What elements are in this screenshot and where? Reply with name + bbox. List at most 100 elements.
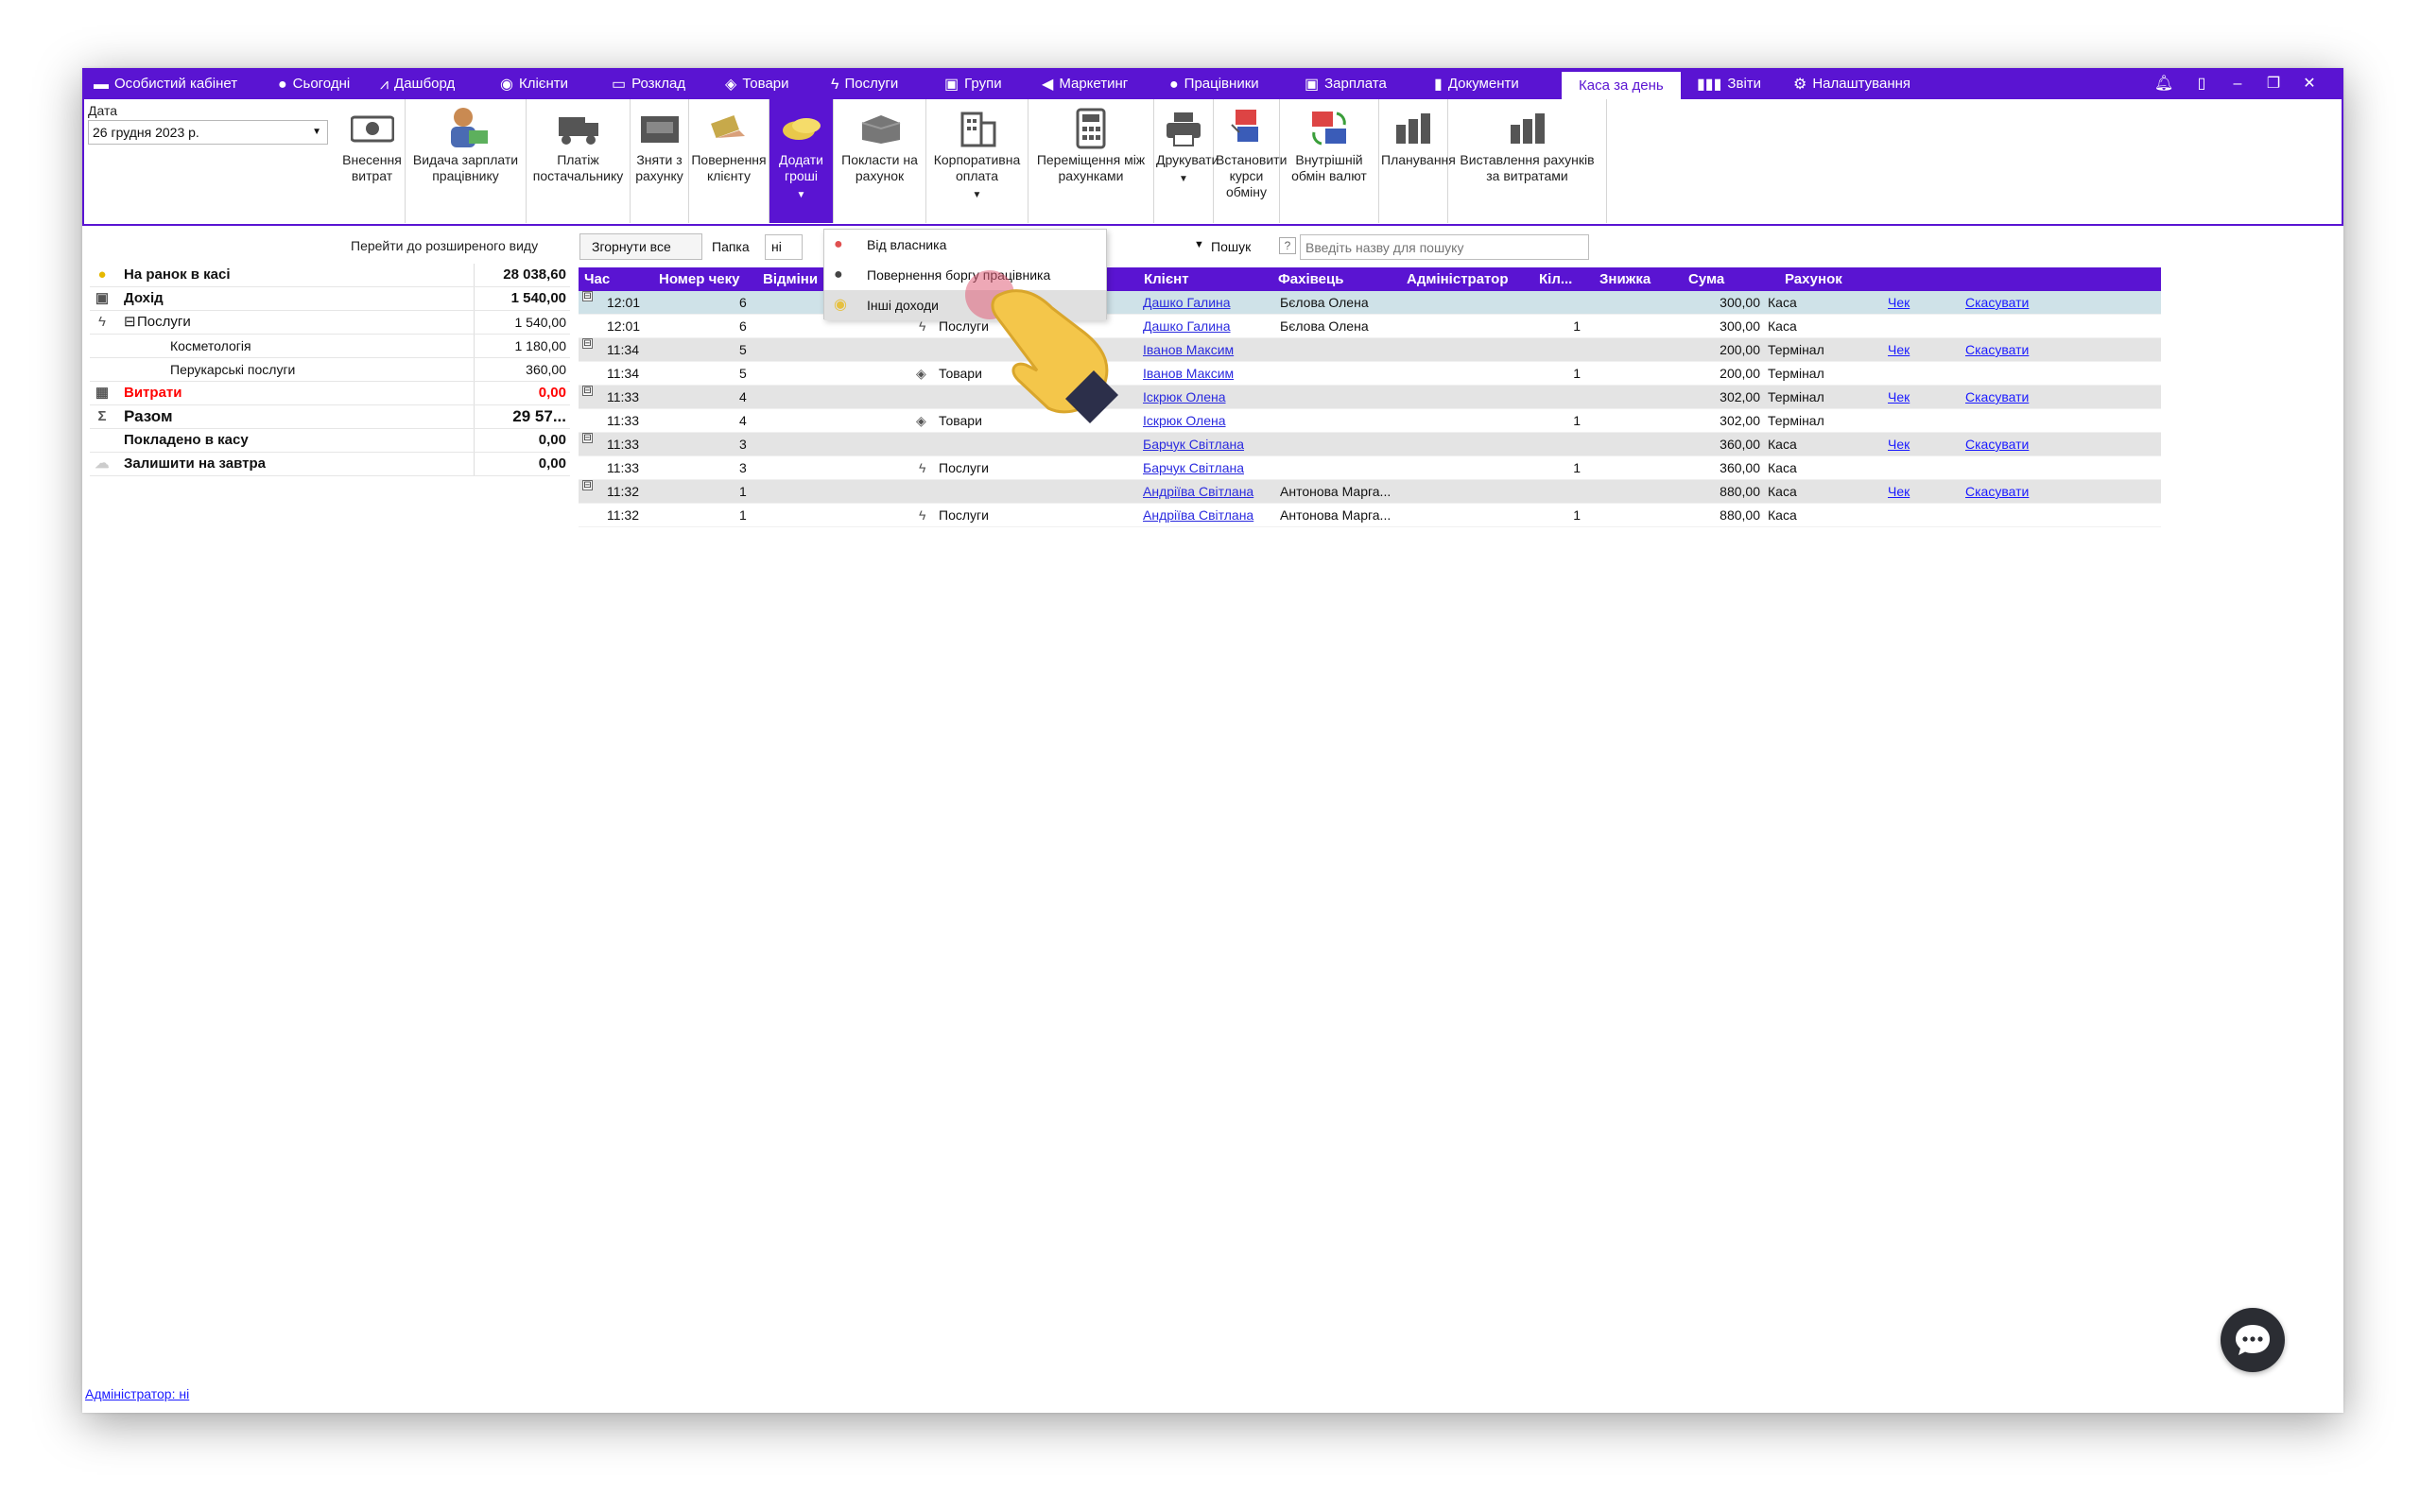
summary-row-income: ▣ Дохід 1 540,00 (90, 287, 570, 311)
table-row[interactable]: ⊟ 11:34 5 Іванов Максим 200,00 Термінал … (579, 338, 2161, 362)
cancel-link[interactable]: Скасувати (1965, 291, 2029, 315)
nav-item-goods[interactable]: ◈ Товари (725, 68, 789, 99)
expander-icon[interactable]: ⊟ (582, 480, 593, 490)
nav-item-today[interactable]: ● Сьогодні (278, 68, 350, 99)
summary-row-cosmetology: Косметологія 1 180,00 (90, 335, 570, 358)
nav-item-services[interactable]: ϟ Послуги (831, 68, 898, 99)
column-header-quantity[interactable]: Кіл... (1539, 267, 1572, 291)
check-link[interactable]: Чек (1888, 291, 1910, 315)
box-icon: ◈ (916, 366, 926, 381)
nav-item-employees[interactable]: ● Працівники (1169, 68, 1259, 99)
column-header-account[interactable]: Рахунок (1785, 267, 1842, 291)
column-header-specialist[interactable]: Фахівець (1278, 267, 1343, 291)
column-header-sum[interactable]: Сума (1688, 267, 1724, 291)
search-input[interactable] (1300, 234, 1589, 260)
nav-item-clients[interactable]: ◉ Клієнти (500, 68, 568, 99)
chevron-down-icon[interactable]: ▼ (1194, 239, 1204, 250)
nav-item-marketing[interactable]: ◀ Маркетинг (1042, 68, 1128, 99)
lock-icon[interactable]: ▯ (2190, 68, 2213, 99)
lightning-icon: ϟ (919, 460, 926, 475)
chat-button[interactable] (2221, 1308, 2285, 1372)
column-header-cancellations[interactable]: Відміни (763, 267, 818, 291)
planning-button[interactable]: Планування (1379, 99, 1456, 223)
table-row[interactable]: 12:01 6 ϟ Послуги Дашко Галина Бєлова Ол… (579, 315, 2161, 338)
refund-client-button[interactable]: Повернення клієнту (689, 99, 769, 223)
summary-row-leave-for-tomorrow: ☁ Залишити на завтра 0,00 (90, 453, 570, 476)
invoicing-button[interactable]: Виставлення рахунків за витратами (1448, 99, 1607, 223)
collapse-all-button[interactable]: Згорнути все (579, 233, 702, 260)
cancel-link[interactable]: Скасувати (1965, 338, 2029, 362)
summary-row-hairdressing: Перукарські послуги 360,00 (90, 358, 570, 382)
column-header-discount[interactable]: Знижка (1599, 267, 1651, 291)
corporate-payment-button[interactable]: Корпоративна оплата ▼ (926, 99, 1028, 223)
restore-icon[interactable]: ❐ (2262, 68, 2285, 99)
bell-icon[interactable]: 🔔︎ (2152, 68, 2175, 99)
column-header-check-number[interactable]: Номер чеку (659, 267, 739, 291)
table-row[interactable]: 11:33 3 ϟ Послуги Барчук Світлана 1 360,… (579, 456, 2161, 480)
search-help-icon[interactable]: ? (1279, 237, 1296, 254)
folder-label: Папка (712, 239, 750, 254)
table-row[interactable]: 11:33 4 ◈ Товари Іскрюк Олена 1 302,00 Т… (579, 409, 2161, 433)
expander-icon[interactable]: ⊟ (582, 386, 593, 396)
deposit-button[interactable]: Покласти на рахунок (834, 99, 926, 223)
check-link[interactable]: Чек (1888, 338, 1910, 362)
pay-salary-button[interactable]: Видача зарплати працівнику (406, 99, 527, 223)
transfer-between-accounts-button[interactable]: Переміщення між рахунками (1028, 99, 1154, 223)
services-expander[interactable]: ⊟ (124, 311, 136, 334)
table-row[interactable]: 11:32 1 ϟ Послуги Андріїва Світлана Анто… (579, 504, 2161, 527)
nav-item-account[interactable]: ▬ Особистий кабінет (94, 68, 237, 99)
cancel-link[interactable]: Скасувати (1965, 386, 2029, 409)
check-link[interactable]: Чек (1888, 386, 1910, 409)
deposit-label: Покласти на рахунок (841, 152, 918, 183)
expander-icon[interactable]: ⊟ (582, 291, 593, 301)
cancel-link[interactable]: Скасувати (1965, 480, 2029, 504)
table-row[interactable]: ⊟ 11:32 1 Андріїва Світлана Антонова Мар… (579, 480, 2161, 504)
gear-icon: ⚙ (1793, 77, 1807, 93)
column-header-time[interactable]: Час (584, 267, 610, 291)
pay-salary-label: Видача зарплати працівнику (412, 152, 519, 183)
nav-item-schedule[interactable]: ▭ Розклад (612, 68, 685, 99)
minimize-icon[interactable]: – (2226, 68, 2249, 99)
date-value: 26 грудня 2023 р. (93, 125, 199, 140)
nav-item-settings[interactable]: ⚙ Налаштування (1793, 68, 1910, 99)
nav-item-reports[interactable]: ▮▮▮ Звіти (1697, 68, 1761, 99)
chevron-down-icon: ▼ (972, 190, 982, 200)
column-header-client[interactable]: Клієнт (1144, 267, 1189, 291)
check-link[interactable]: Чек (1888, 433, 1910, 456)
administrator-link[interactable]: Адміністратор: ні (85, 1386, 189, 1401)
nav-item-dashboard[interactable]: ⩘ Дашборд (380, 68, 455, 99)
date-picker[interactable]: 26 грудня 2023 р. ▼ (88, 120, 328, 145)
folder-select[interactable]: ні (765, 234, 803, 260)
exchange-rates-button[interactable]: Встановити курси обміну (1214, 99, 1287, 223)
expander-icon[interactable]: ⊟ (582, 433, 593, 443)
sigma-icon: Σ (97, 408, 107, 424)
calculator-icon (1076, 108, 1106, 149)
truck-icon (558, 117, 598, 145)
close-icon[interactable]: ✕ (2298, 68, 2321, 99)
table-row[interactable]: 11:34 5 ◈ Товари Іванов Максим 1 200,00 … (579, 362, 2161, 386)
exchange-rate-icon (1230, 110, 1258, 142)
nav-item-cash-today[interactable]: Каса за день (1562, 72, 1681, 99)
expander-icon[interactable]: ⊟ (582, 338, 593, 349)
supplier-payment-button[interactable]: Платіж постачальнику (527, 99, 631, 223)
table-row[interactable]: ⊟ 11:33 4 Іскрюк Олена 302,00 Термінал Ч… (579, 386, 2161, 409)
box-icon: ◈ (725, 77, 737, 93)
withdraw-icon (640, 116, 679, 143)
nav-item-salary[interactable]: ▣ Зарплата (1305, 68, 1387, 99)
print-button[interactable]: Друкувати ▼ (1154, 99, 1219, 223)
table-row[interactable]: ⊟ 11:33 3 Барчук Світлана 360,00 Каса Че… (579, 433, 2161, 456)
column-header-administrator[interactable]: Адміністратор (1407, 267, 1509, 291)
nav-item-documents[interactable]: ▮ Документи (1434, 68, 1519, 99)
menu-item-from-owner[interactable]: ● Від власника (824, 230, 1106, 260)
cancel-link[interactable]: Скасувати (1965, 433, 2029, 456)
table-row[interactable]: ⊟ 12:01 6 Дашко Галина Бєлова Олена 300,… (579, 291, 2161, 315)
add-money-button[interactable]: Додати гроші ▼ (769, 99, 834, 223)
nav-item-groups[interactable]: ▣ Групи (944, 68, 1002, 99)
check-link[interactable]: Чек (1888, 480, 1910, 504)
withdraw-button[interactable]: Зняти з рахунку (631, 99, 689, 223)
expanded-view-link[interactable]: Перейти до розширеного виду (351, 238, 538, 253)
summary-row-services[interactable]: ϟ ⊟ Послуги 1 540,00 (90, 311, 570, 335)
expenses-button[interactable]: Внесення витрат (339, 99, 406, 223)
cash-icon: ▣ (95, 290, 110, 306)
currency-exchange-button[interactable]: Внутрішній обмін валют (1280, 99, 1379, 223)
